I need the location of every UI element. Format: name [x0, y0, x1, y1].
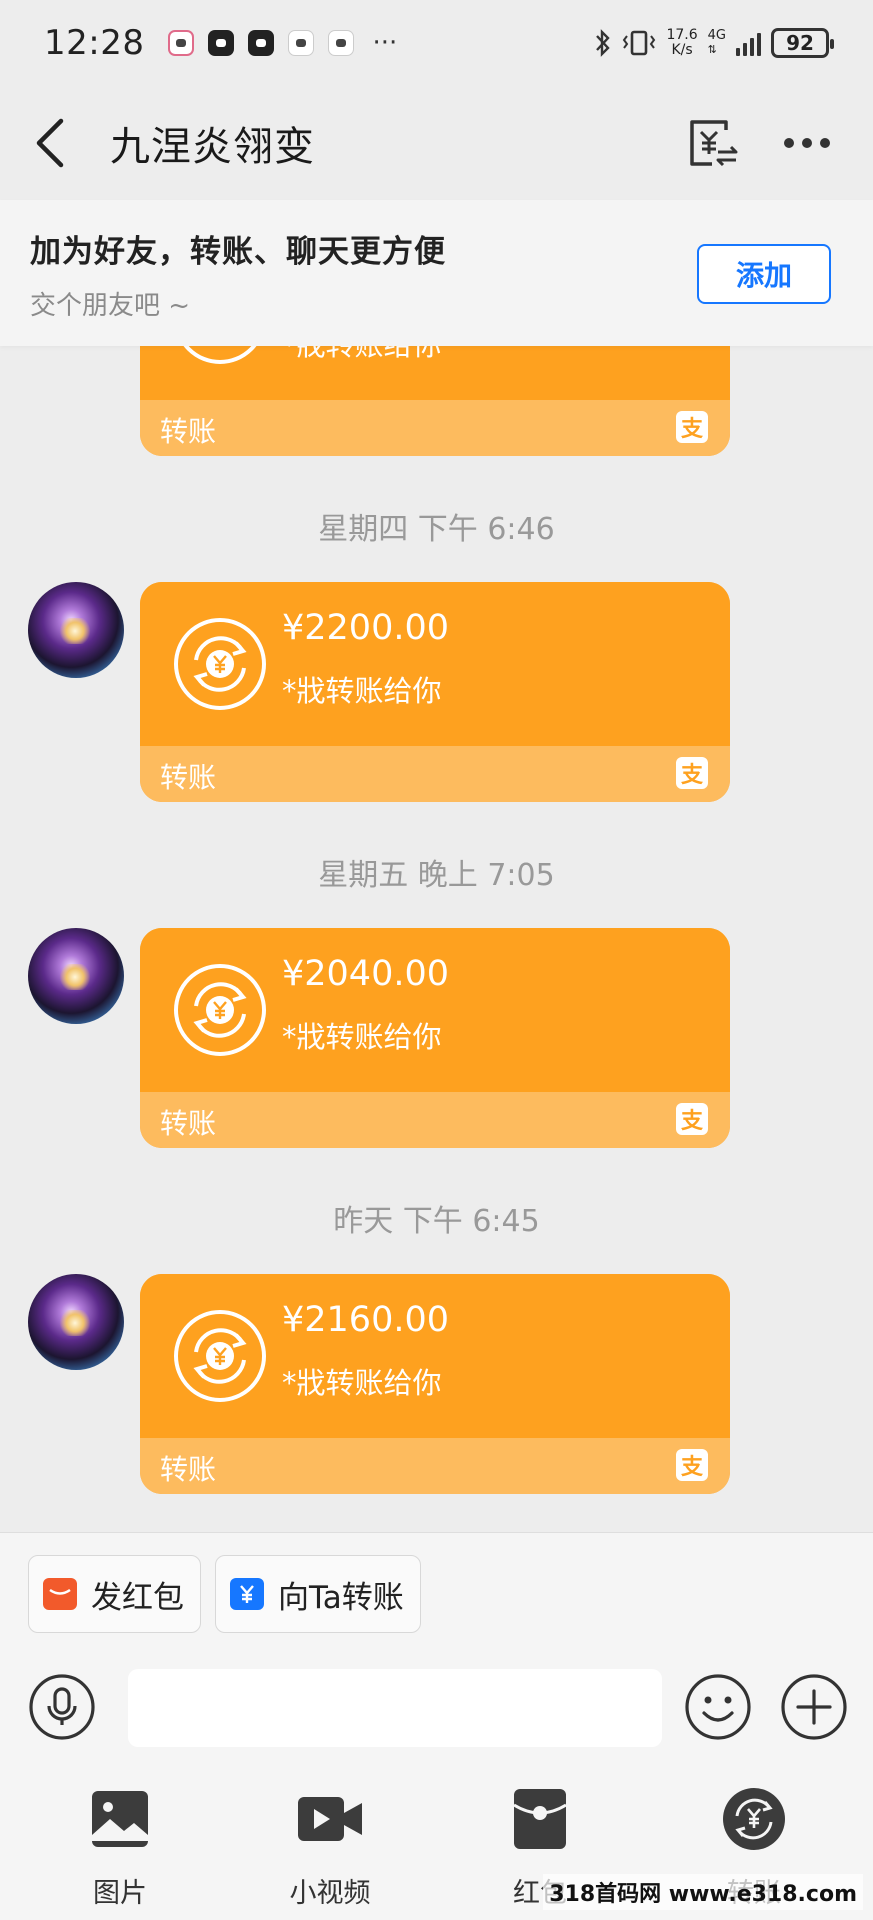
add-friend-button[interactable]: 添加: [697, 244, 831, 304]
network-type: 4G ⇅: [707, 28, 726, 57]
more-functions-button[interactable]: [780, 1673, 848, 1741]
more-icon: [784, 138, 830, 148]
alipay-icon: 支: [676, 1449, 708, 1481]
net-speed: 17.6 K/s: [666, 27, 698, 58]
transfer-message: *戕转账给你 转账 支: [0, 346, 873, 456]
header-actions: [683, 113, 873, 173]
add-friend-banner: 加为好友，转账、聊天更方便 交个朋友吧 ~ 添加: [0, 200, 873, 346]
app-notification-icon: [168, 30, 195, 56]
app-notification-icon: [248, 30, 275, 56]
send-red-packet-button[interactable]: 发红包: [28, 1555, 201, 1633]
transfer-amount: ¥2160.00: [282, 1300, 450, 1340]
system-status: 17.6 K/s 4G ⇅ 92: [594, 27, 834, 58]
transfer-message: ¥2160.00 *戕转账给你 转账 支: [0, 1274, 873, 1494]
more-notifications-icon: ···: [372, 28, 398, 58]
transfer-bubble[interactable]: ¥2040.00 *戕转账给你 转账 支: [140, 928, 730, 1148]
avatar[interactable]: [28, 928, 124, 1024]
transfer-amount: ¥2040.00: [282, 954, 450, 994]
transfer-bubble[interactable]: ¥2160.00 *戕转账给你 转账 支: [140, 1274, 730, 1494]
signal-icon: [736, 30, 761, 56]
transfer-icon: [723, 1788, 785, 1850]
vibrate-icon: [623, 30, 656, 56]
more-options-button[interactable]: [777, 113, 837, 173]
yuan-icon: [230, 1578, 264, 1610]
transfer-note: *戕转账给你: [282, 674, 442, 708]
avatar[interactable]: [28, 1274, 124, 1370]
quick-action-label: 发红包: [91, 1579, 184, 1616]
tool-label: 小视频: [289, 1878, 371, 1909]
transfer-label: 转账: [160, 761, 217, 794]
quick-action-label: 向Ta转账: [278, 1579, 404, 1616]
status-time: 12:28: [44, 23, 145, 63]
transfer-message: ¥2040.00 *戕转账给你 转账 支: [0, 928, 873, 1148]
chat-message-list[interactable]: *戕转账给你 转账 支 星期四 下午 6:46 ¥2: [0, 346, 873, 1532]
transfer-label: 转账: [160, 415, 217, 448]
chat-header: 九涅炎翎变: [0, 86, 873, 200]
transfer-bubble[interactable]: *戕转账给你 转账 支: [140, 346, 730, 456]
transfer-circle-icon: [174, 1310, 266, 1402]
emoji-button[interactable]: [684, 1673, 752, 1741]
quick-actions: 发红包 向Ta转账: [28, 1555, 421, 1633]
transfer-amount: ¥2200.00: [282, 608, 450, 648]
transfer-note: *戕转账给你: [282, 1020, 442, 1054]
transfer-message: ¥2200.00 *戕转账给你 转账 支: [0, 582, 873, 802]
voice-button[interactable]: [28, 1673, 96, 1741]
chevron-left-icon: [36, 118, 64, 168]
message-input[interactable]: [128, 1669, 662, 1747]
app-notification-icon: [328, 30, 355, 56]
app-notification-icon: [208, 30, 235, 56]
video-icon: [298, 1797, 362, 1841]
red-packet-icon: [513, 1789, 567, 1849]
bluetooth-icon: [596, 29, 611, 57]
smiley-icon: [685, 1674, 751, 1740]
red-packet-icon: [43, 1578, 77, 1610]
page-title: 九涅炎翎变: [110, 124, 315, 170]
app-notification-icon: [288, 30, 315, 56]
transfer-label: 转账: [160, 1453, 217, 1486]
transfer-circle-icon: [174, 964, 266, 1056]
transfer-record-button[interactable]: [683, 113, 743, 173]
status-bar: 12:28 ··· 17.6 K/s 4G ⇅ 92: [0, 0, 873, 86]
notification-icons: ···: [168, 28, 397, 58]
alipay-icon: 支: [676, 411, 708, 443]
photo-tool[interactable]: 图片: [50, 1785, 190, 1920]
image-icon: [92, 1791, 148, 1847]
alipay-icon: 支: [676, 1103, 708, 1135]
transfer-circle-icon: [183, 346, 257, 364]
video-tool[interactable]: 小视频: [260, 1785, 400, 1920]
transfer-circle-icon: [174, 618, 266, 710]
chat-input-panel: 发红包 向Ta转账 图片 小视频 红包 318首码网 www.e318.com: [0, 1532, 873, 1920]
avatar[interactable]: [28, 582, 124, 678]
time-separator: 昨天 下午 6:45: [333, 1204, 540, 1239]
transfer-note: *戕转账给你: [282, 346, 442, 364]
plus-icon: [781, 1674, 847, 1740]
alipay-icon: 支: [676, 757, 708, 789]
battery-indicator: 92: [771, 28, 834, 58]
transfer-note: *戕转账给你: [282, 1366, 442, 1400]
bill-icon: [690, 120, 738, 167]
time-separator: 星期五 晚上 7:05: [318, 858, 555, 893]
tool-label: 图片: [93, 1878, 147, 1909]
transfer-label: 转账: [160, 1107, 217, 1140]
time-separator: 星期四 下午 6:46: [318, 512, 555, 547]
back-button[interactable]: [0, 86, 100, 200]
transfer-to-ta-button[interactable]: 向Ta转账: [215, 1555, 421, 1633]
transfer-bubble[interactable]: ¥2200.00 *戕转账给你 转账 支: [140, 582, 730, 802]
watermark: 318首码网 www.e318.com: [543, 1874, 863, 1910]
input-row: [0, 1661, 873, 1761]
microphone-icon: [29, 1674, 95, 1740]
